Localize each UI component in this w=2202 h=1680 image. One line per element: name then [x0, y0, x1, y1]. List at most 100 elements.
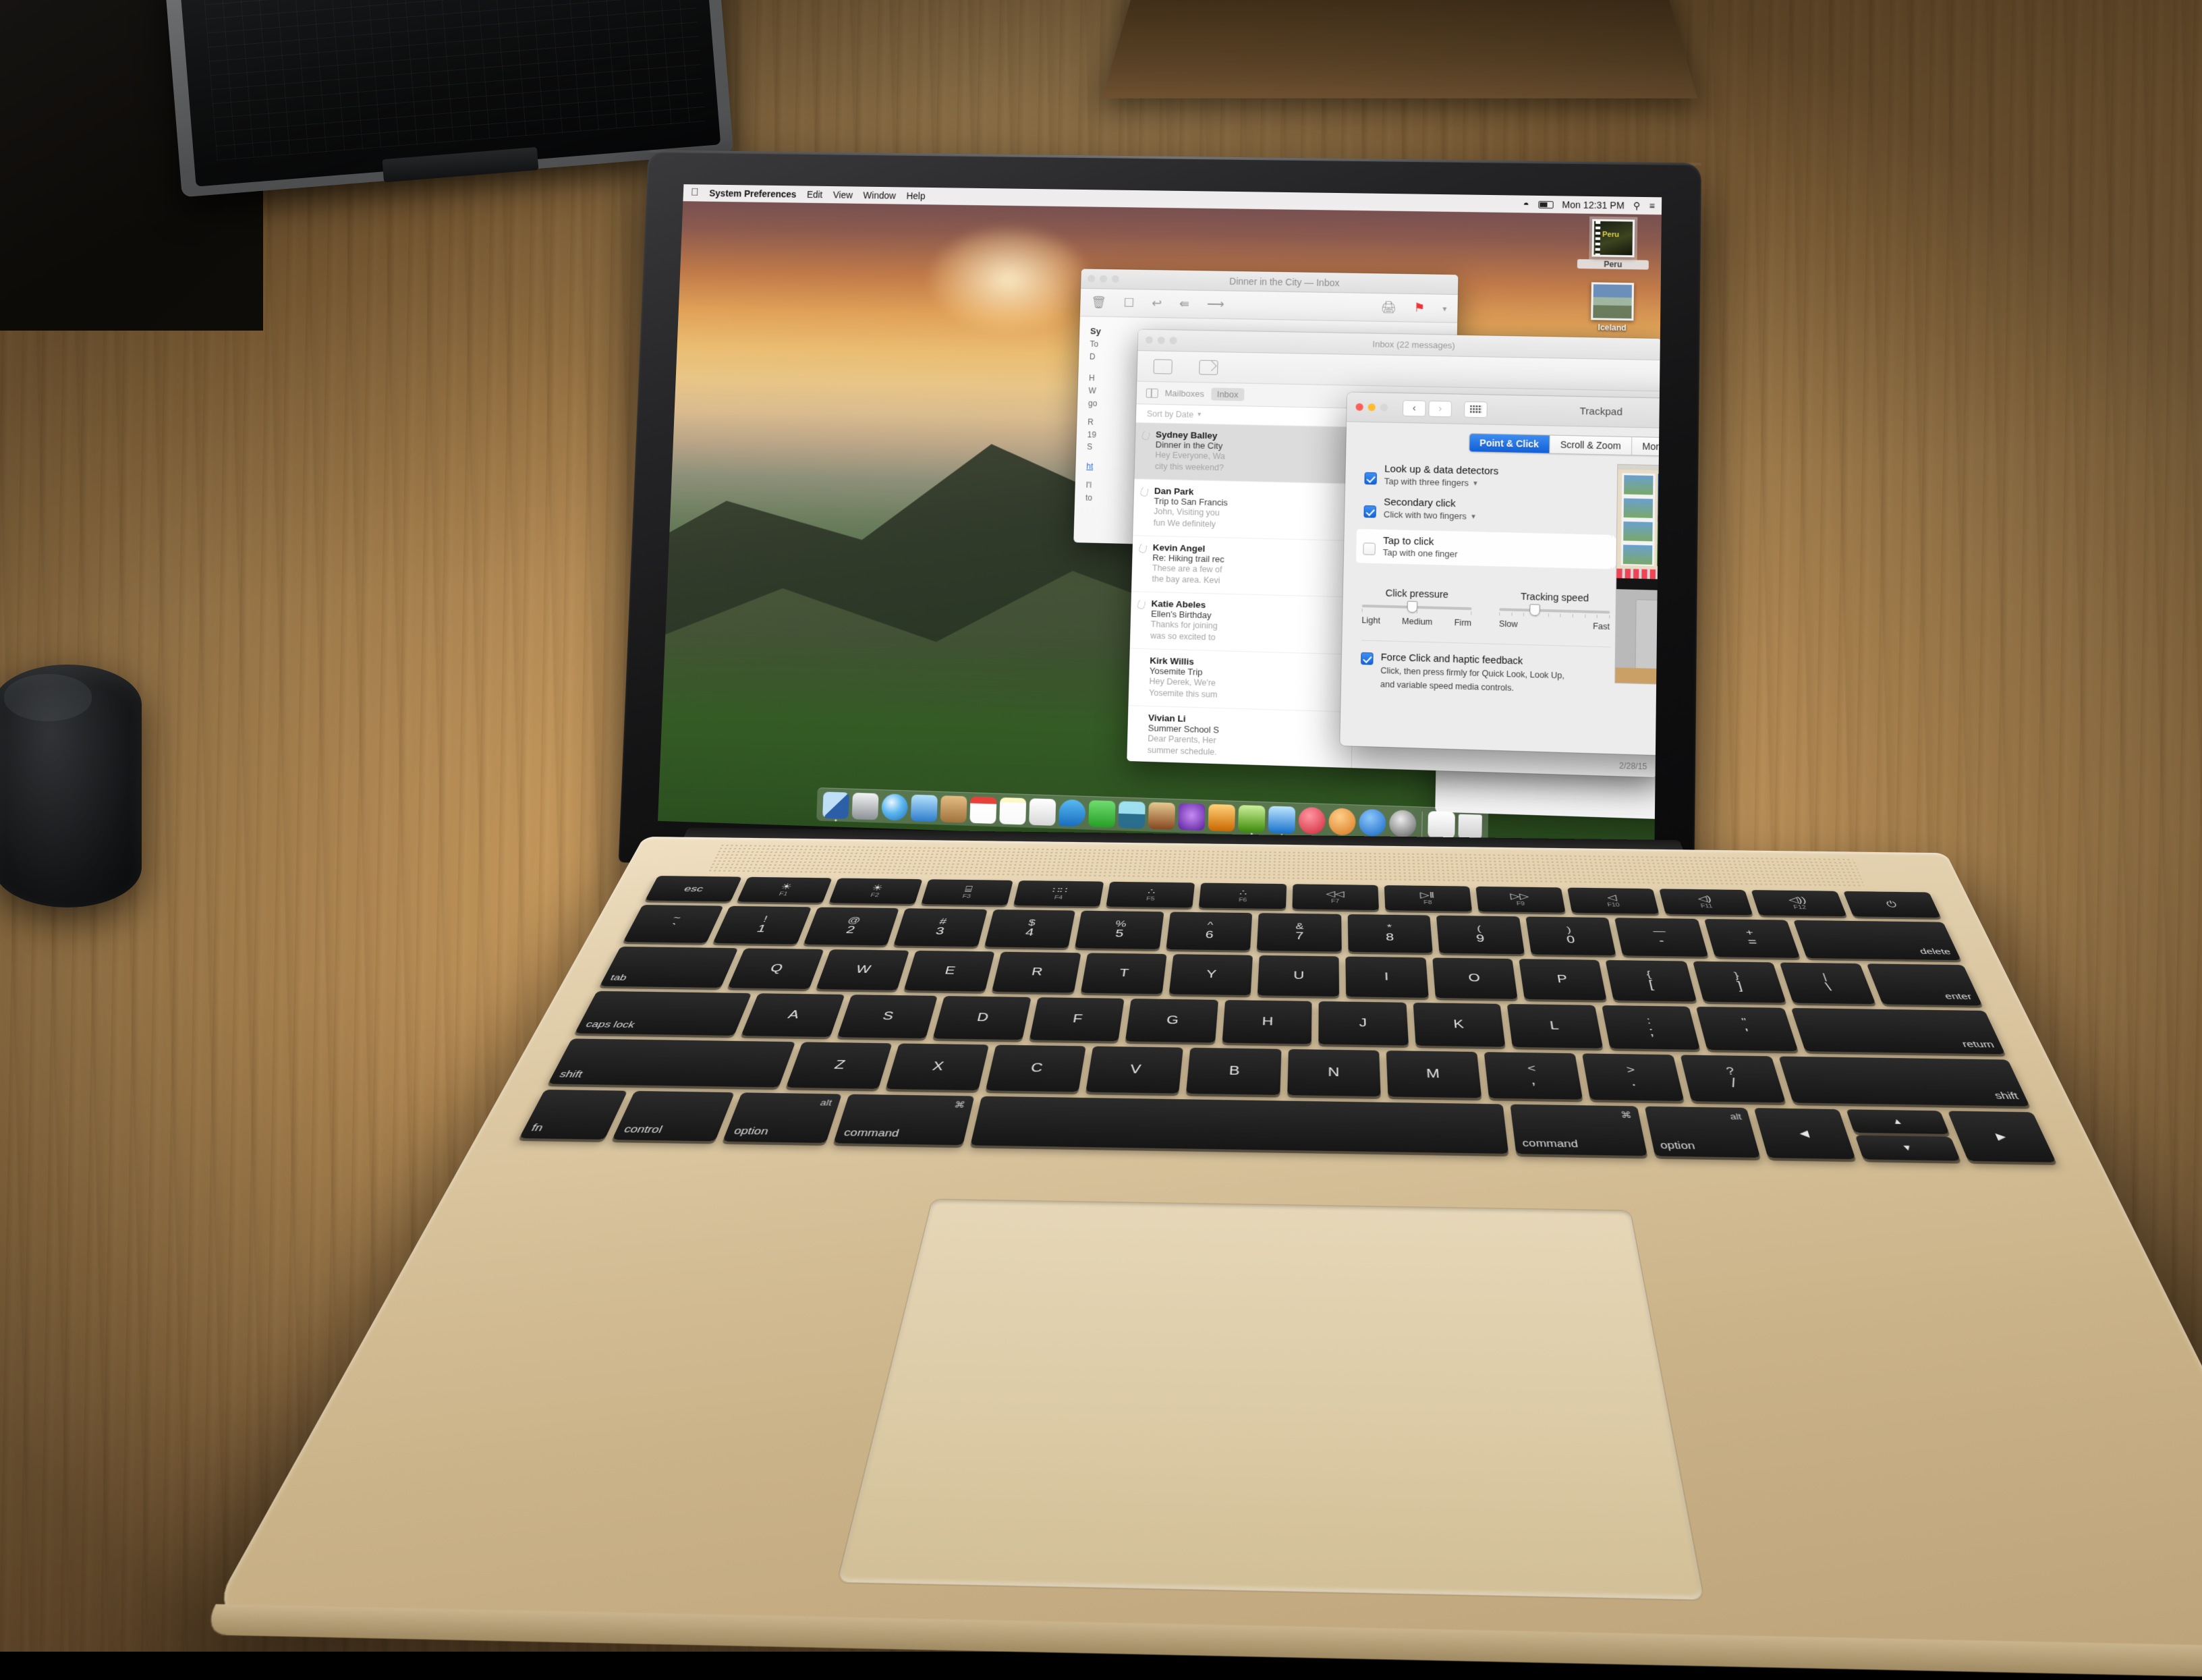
key-f11[interactable]: ◁)F11 — [1659, 889, 1753, 915]
mailboxes-icon[interactable] — [1146, 388, 1158, 397]
key-esc[interactable]: esc — [645, 876, 742, 901]
photos-icon[interactable] — [1119, 801, 1146, 829]
key-q[interactable]: Q — [728, 948, 824, 988]
key-arrow-up[interactable]: ▲ — [1846, 1109, 1949, 1134]
key-s[interactable]: S — [837, 995, 938, 1038]
key-a[interactable]: A — [741, 993, 845, 1037]
key-caps-lock[interactable]: caps lock — [575, 991, 752, 1036]
key-backslash[interactable]: |\ — [1779, 962, 1875, 1004]
key-backtick[interactable]: ~` — [623, 905, 724, 943]
key-g[interactable]: G — [1125, 999, 1218, 1042]
trash-icon[interactable] — [1458, 814, 1482, 840]
key-o[interactable]: O — [1432, 957, 1518, 999]
key-fn[interactable]: fn — [519, 1090, 628, 1140]
key-e[interactable]: E — [904, 951, 995, 992]
trackpad-tab-bar[interactable]: Point & Click Scroll & Zoom More Gesture… — [1346, 430, 1662, 459]
desktop-icon-longboarding[interactable]: Longboarding — [1575, 345, 1647, 397]
keynote-icon[interactable] — [1268, 806, 1295, 834]
key-bracket-right[interactable]: }] — [1692, 961, 1786, 1003]
appstore-icon[interactable] — [1359, 809, 1386, 837]
option-detail[interactable]: Tap with three fingers ▾ — [1384, 476, 1498, 488]
battery-icon[interactable] — [1538, 200, 1553, 208]
sort-label[interactable]: Sort by Date — [1147, 409, 1194, 419]
compose-icon[interactable] — [1199, 360, 1218, 374]
key-arrow-left[interactable]: ◀ — [1753, 1108, 1855, 1159]
tab-point-and-click[interactable]: Point & Click — [1469, 434, 1550, 453]
key-c[interactable]: C — [986, 1045, 1086, 1092]
checkbox-force-click[interactable] — [1361, 652, 1374, 665]
arrow-keys-up-down[interactable]: ▲ ▼ — [1846, 1109, 1960, 1160]
system-preferences-window[interactable]: 9 PM ace: Sound — [1435, 348, 1662, 826]
option-tap-to-click[interactable]: Tap to click Tap with one finger — [1356, 534, 1605, 563]
key-arrow-right[interactable]: ▶ — [1947, 1111, 2056, 1162]
key-enter[interactable]: enter — [1867, 963, 1983, 1005]
zoom-icon[interactable] — [1380, 403, 1388, 411]
contacts-icon[interactable] — [940, 795, 967, 823]
key-d[interactable]: D — [933, 996, 1032, 1040]
key-delete[interactable]: delete — [1793, 920, 1961, 960]
slider-knob[interactable] — [1529, 605, 1540, 617]
get-mail-icon[interactable] — [1154, 359, 1173, 374]
key-3[interactable]: #3 — [894, 908, 988, 947]
checkbox-look-up[interactable] — [1364, 472, 1377, 484]
messages-icon[interactable] — [1058, 800, 1085, 827]
key-command-left[interactable]: ⌘command — [833, 1094, 974, 1146]
window-traffic-lights[interactable] — [1146, 336, 1177, 344]
iphoto-icon[interactable] — [1178, 803, 1205, 831]
key-f10[interactable]: ◁F10 — [1567, 888, 1659, 914]
key-b[interactable]: B — [1186, 1048, 1281, 1095]
key-w[interactable]: W — [816, 949, 909, 990]
trackpad-surface[interactable] — [837, 1200, 1703, 1600]
key-space[interactable] — [970, 1096, 1508, 1154]
minimize-icon[interactable] — [1368, 403, 1376, 411]
key-f6[interactable]: ∴F6 — [1199, 883, 1286, 909]
trash-icon[interactable]: 🗑 — [1091, 296, 1106, 310]
print-icon[interactable]: 🖨 — [1381, 300, 1396, 314]
reply-all-icon[interactable]: ⇚ — [1179, 297, 1190, 311]
chevron-left-icon[interactable]: ‹ — [1403, 399, 1426, 416]
table-row[interactable]: Neil Maclaren Pizza for dinner — [1127, 762, 1351, 768]
chevron-down-icon[interactable]: ▾ — [1442, 304, 1446, 313]
key-f5[interactable]: ∴F5 — [1106, 882, 1195, 908]
archive-icon[interactable]: ☐ — [1123, 296, 1135, 310]
apple-menu-icon[interactable]:  — [691, 188, 699, 198]
option-look-up-and-data-detectors[interactable]: Look up & data detectors Tap with three … — [1364, 463, 1613, 491]
key-5[interactable]: %5 — [1075, 911, 1164, 949]
key-return[interactable]: return — [1791, 1008, 2006, 1055]
key-f8[interactable]: ▷‖F8 — [1384, 885, 1471, 912]
key-f4[interactable]: ∷∷F4 — [1013, 880, 1104, 907]
table-row[interactable]: Sydney Balley Dinner in the City Hey Eve… — [1134, 423, 1358, 484]
key-t[interactable]: T — [1080, 953, 1166, 994]
key-f7[interactable]: ◁◁F7 — [1292, 884, 1379, 910]
chevron-down-icon[interactable]: ▾ — [1473, 478, 1477, 487]
mail-window[interactable]: Inbox (22 messages) Mailboxes Inbox Sort… — [1127, 329, 1662, 777]
key-6[interactable]: ^6 — [1166, 912, 1252, 950]
close-icon[interactable] — [1355, 403, 1363, 411]
key-9[interactable]: (9 — [1436, 916, 1525, 955]
key-7[interactable]: &7 — [1257, 913, 1341, 951]
launchpad-icon[interactable] — [852, 793, 879, 820]
key-bracket-left[interactable]: {[ — [1606, 960, 1697, 1002]
key-z[interactable]: Z — [786, 1042, 893, 1088]
key-4[interactable]: $4 — [984, 909, 1075, 948]
show-all-icon[interactable] — [1464, 401, 1488, 418]
key-f12[interactable]: ◁))F12 — [1751, 890, 1846, 916]
key-control[interactable]: control — [613, 1091, 735, 1142]
keyboard[interactable]: esc ☀F1 ☀F2 ⌸F3 ∷∷F4 ∴F5 ∴F6 ◁◁F7 ▷‖F8 ▷… — [476, 876, 2095, 1245]
desktop-icon-peru[interactable]: Peru Peru — [1577, 219, 1649, 269]
tab-more-gestures[interactable]: More Gestures — [1632, 437, 1662, 457]
chevron-right-icon[interactable]: › — [1428, 400, 1452, 417]
menu-bar-clock[interactable]: Mon 12:31 PM — [1562, 199, 1625, 211]
key-0[interactable]: )0 — [1525, 916, 1616, 955]
key-option-right[interactable]: altoption — [1645, 1107, 1761, 1158]
key-command-right[interactable]: ⌘command — [1511, 1104, 1647, 1156]
key-tab[interactable]: tab — [600, 947, 739, 988]
key-1[interactable]: !1 — [713, 906, 812, 945]
key-shift-left[interactable]: shift — [548, 1038, 795, 1087]
key-k[interactable]: K — [1413, 1003, 1505, 1047]
key-f[interactable]: F — [1029, 997, 1125, 1041]
key-u[interactable]: U — [1258, 955, 1340, 997]
desktop-icon-iceland[interactable]: Iceland — [1577, 282, 1649, 333]
forward-icon[interactable]: ⟶ — [1207, 298, 1224, 312]
mail-message-viewer-window[interactable]: Dinner in the City — Inbox 🗑 ☐ ↩ ⇚ ⟶ 🖨 ⚑… — [1073, 269, 1458, 551]
